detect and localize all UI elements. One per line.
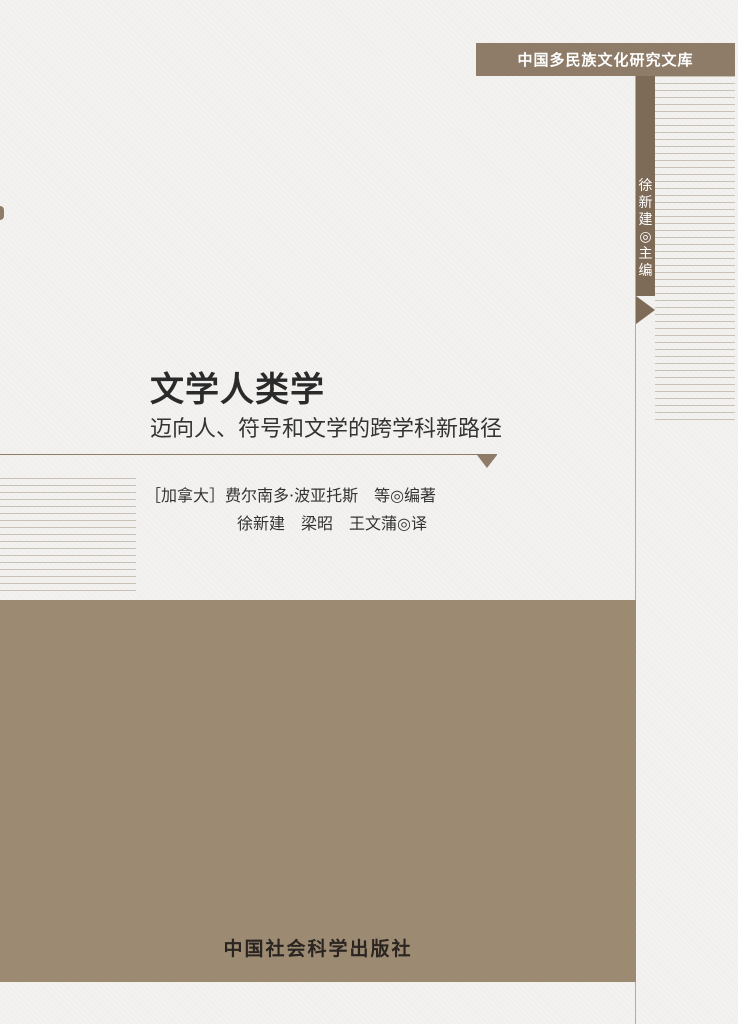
authors-credit: ［加拿大］费尔南多·波亚托斯 等◎编著 [145,486,437,505]
book-title: 文学人类学 [150,370,325,410]
left-hatch-pattern [0,478,136,596]
editor-arrow-icon [636,296,655,324]
series-banner: 中国多民族文化研究文库 [476,43,735,76]
divider-arrow-icon [477,455,497,468]
book-subtitle: 迈向人、符号和文学的跨学科新路径 [150,417,503,442]
lower-color-block [0,600,636,982]
left-edge-marker [0,206,4,220]
publisher-name: 中国社会科学出版社 [223,938,413,960]
editor-credit: 徐新建◎主编 [638,178,653,279]
right-hatch-pattern [655,76,735,424]
translators-credit: 徐新建 梁昭 王文蒲◎译 [237,514,427,533]
title-divider [0,454,497,455]
book-cover: 中国多民族文化研究文库 徐新建◎主编 文学人类学 迈向人、符号和文学的跨学科新路… [0,0,738,1024]
